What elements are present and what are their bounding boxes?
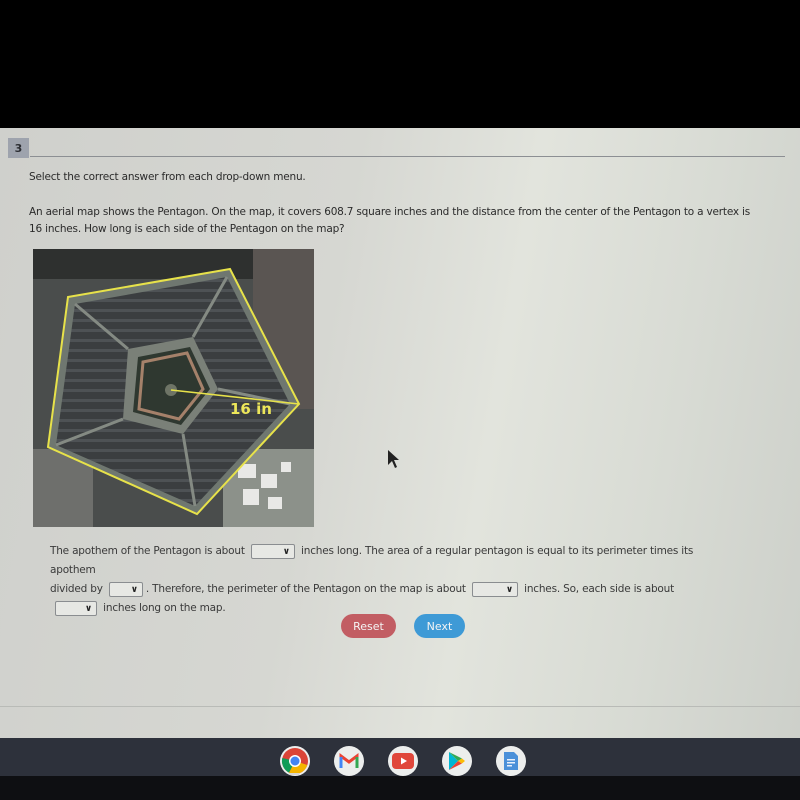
answer-text-3: divided by (50, 583, 103, 595)
footer-divider (0, 706, 800, 707)
answer-text-4: . Therefore, the perimeter of the Pentag… (145, 583, 466, 595)
next-button[interactable]: Next (414, 614, 465, 638)
shelf-app-play-store[interactable] (442, 746, 472, 776)
pentagon-aerial-image: 16 in (33, 249, 314, 527)
answer-text-1: The apothem of the Pentagon is about (50, 545, 245, 557)
reset-button[interactable]: Reset (341, 614, 396, 638)
browser-page: 3 Select the correct answer from each dr… (0, 128, 800, 738)
shelf-app-gmail[interactable] (334, 746, 364, 776)
perimeter-dropdown[interactable]: ∨ (471, 581, 518, 597)
shelf-app-youtube[interactable] (388, 746, 418, 776)
pentagon-map-svg (33, 249, 314, 527)
chevron-down-icon: ∨ (282, 546, 290, 557)
docs-icon (504, 752, 518, 770)
youtube-icon (392, 753, 414, 769)
gmail-icon (339, 753, 359, 768)
question-text: An aerial map shows the Pentagon. On the… (29, 204, 769, 238)
answer-text-6: inches long on the map. (103, 602, 226, 614)
chromeos-shelf (0, 738, 800, 776)
question-line-2: 16 inches. How long is each side of the … (29, 223, 345, 235)
header-divider (30, 156, 785, 157)
chevron-down-icon: ∨ (84, 603, 92, 614)
shelf-app-chrome[interactable] (280, 746, 310, 776)
answer-text-5: inches. So, each side is about (524, 583, 675, 595)
screen-bezel (0, 776, 800, 800)
chevron-down-icon: ∨ (130, 584, 138, 595)
play-store-icon (449, 752, 465, 770)
question-number-badge: 3 (8, 138, 29, 158)
answer-paragraph: The apothem of the Pentagon is about ∨ i… (50, 542, 740, 618)
radius-label: 16 in (230, 400, 272, 418)
chevron-down-icon: ∨ (505, 584, 513, 595)
apothem-dropdown[interactable]: ∨ (250, 543, 295, 559)
active-app-indicator (289, 773, 299, 775)
divisor-dropdown[interactable]: ∨ (108, 581, 143, 597)
side-length-dropdown[interactable]: ∨ (55, 600, 97, 616)
chrome-icon (281, 748, 308, 775)
instruction-text: Select the correct answer from each drop… (29, 171, 306, 183)
question-line-1: An aerial map shows the Pentagon. On the… (29, 206, 751, 218)
shelf-app-docs[interactable] (496, 746, 526, 776)
